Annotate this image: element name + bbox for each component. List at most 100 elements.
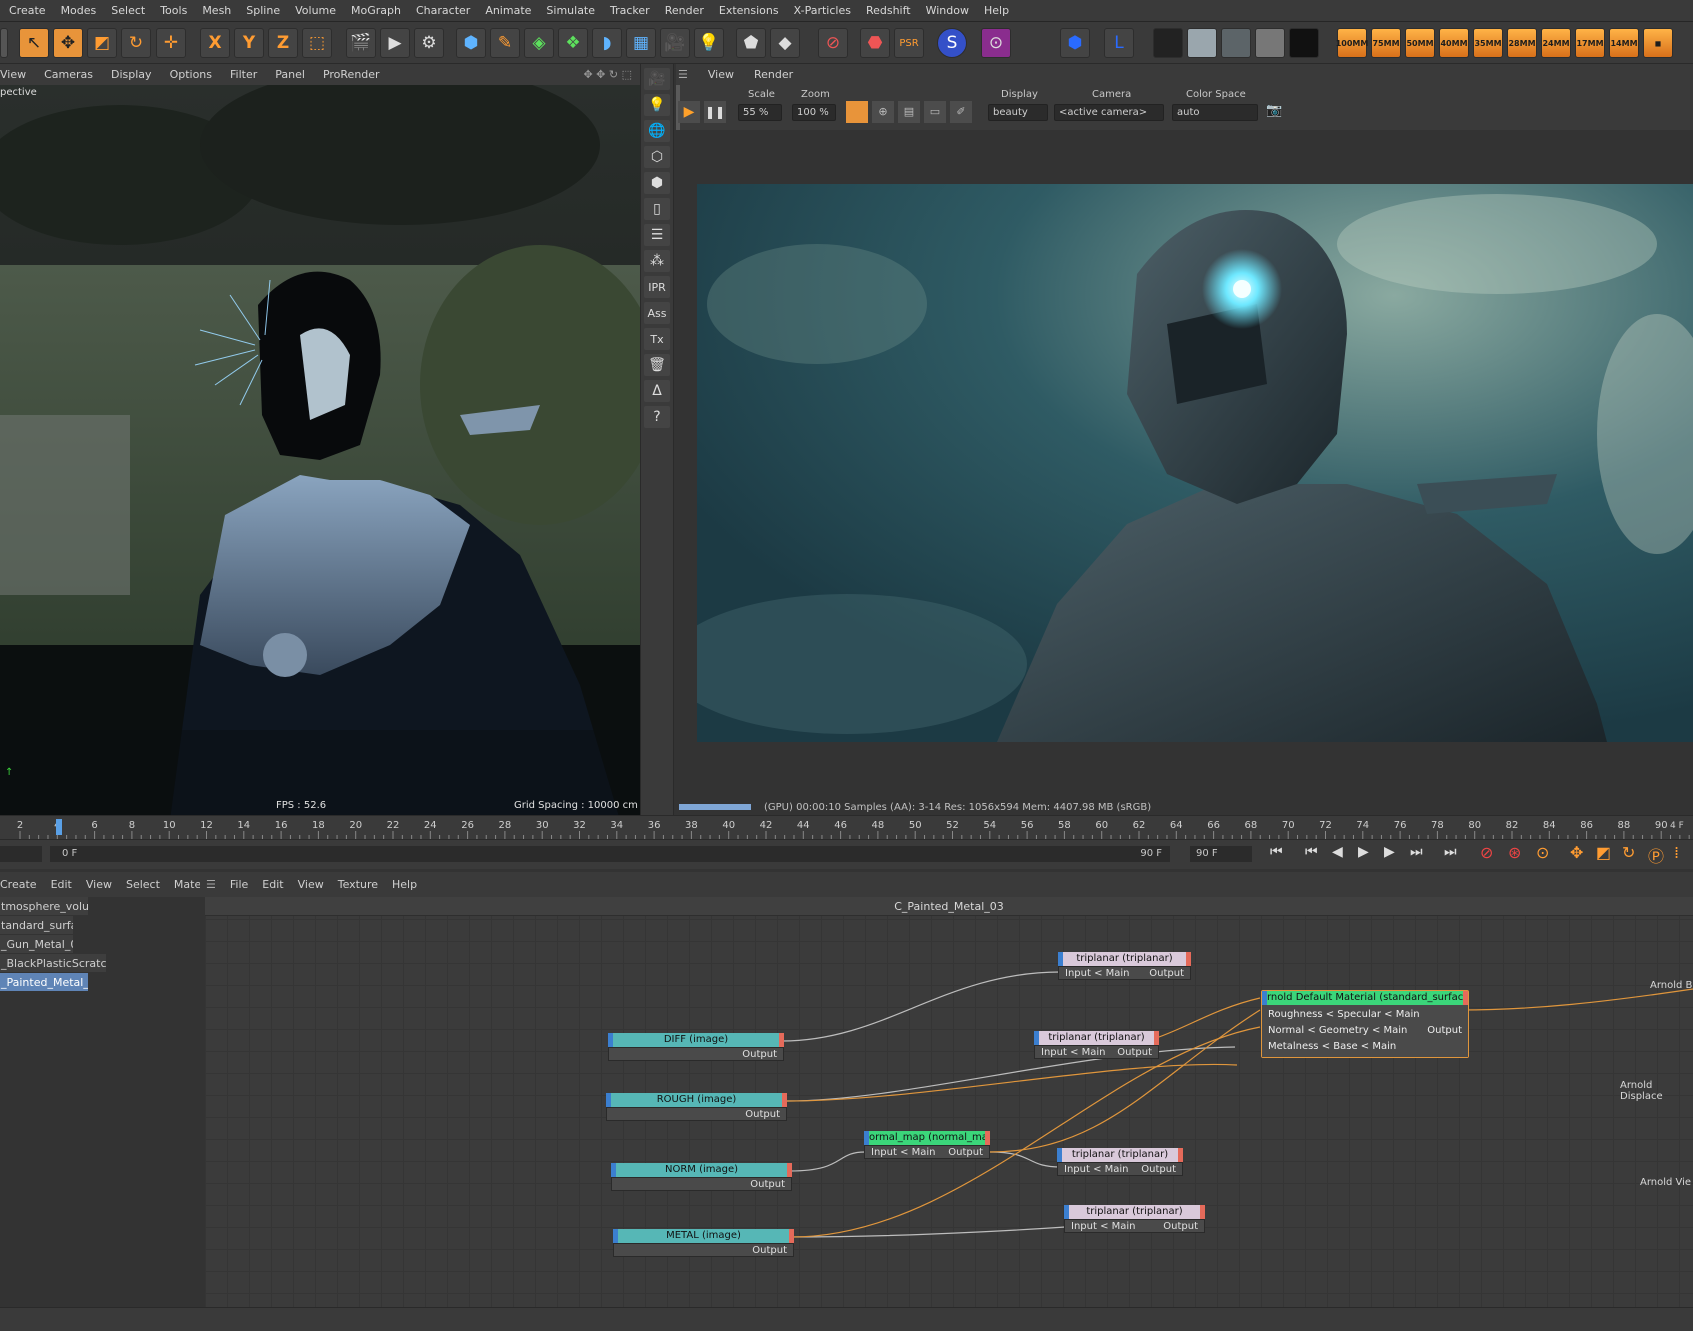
start-render-icon[interactable]: ▶ [678,101,700,123]
rotate-tool-icon[interactable]: ↻ [121,28,151,58]
help-button[interactable]: ? [644,406,670,428]
mm-menu-create[interactable]: Create [0,878,37,891]
menu-character[interactable]: Character [409,4,478,17]
material-item-selected[interactable]: _Painted_Metal_03 [0,973,88,992]
bg-grey-icon[interactable] [1187,28,1217,58]
lens-24mm-button[interactable]: 24MM [1541,28,1571,58]
node-ports[interactable]: Input < Main Output [1058,966,1191,980]
arnold-camera-icon[interactable]: 🎥 [644,68,670,90]
playhead-marker[interactable] [56,819,62,835]
node-normal-map[interactable]: ormal_map (normal_map Input < Main Output [864,1131,990,1159]
port-output[interactable]: Output [1427,1023,1462,1039]
scale-tool-icon[interactable]: ◩ [87,28,117,58]
cloner-icon[interactable]: ❖ [558,28,588,58]
material-item[interactable]: _Gun_Metal_01 [0,935,73,954]
menu-create[interactable]: Create [2,4,54,17]
arnold-file-icon[interactable]: ▯ [644,198,670,220]
lens-40mm-button[interactable]: 40MM [1439,28,1469,58]
frame-range-slider[interactable]: 0 F 90 F [50,846,1170,862]
node-editor-canvas[interactable]: DIFF (image) Output ROUGH (image) Output… [205,897,1693,1307]
ne-menu-edit[interactable]: Edit [262,878,283,891]
node-ports[interactable]: Input < Main Output [1064,1219,1205,1233]
tx-manager-button[interactable]: Tx [644,328,670,350]
node-output-port[interactable]: Output [606,1107,787,1121]
viewport-nav-icons[interactable]: ✥ ✥ ↻ ⬚ [583,68,632,81]
rv-menu-render[interactable]: Render [754,68,793,81]
arnold-volume-icon[interactable]: ⬢ [644,172,670,194]
axis-z-button[interactable]: Z [268,28,298,58]
camera-icon[interactable]: 🎥 [660,28,690,58]
vp-menu-display[interactable]: Display [111,68,152,81]
pause-render-icon[interactable]: ❚❚ [704,101,726,123]
node-output-port[interactable]: Output [613,1243,794,1257]
node-ports[interactable]: Input < Main Output [1034,1045,1159,1059]
play-icon[interactable]: ▶ [1358,844,1369,860]
vp-menu-panel[interactable]: Panel [275,68,305,81]
snapshot-camera-icon[interactable]: 📷 [1266,103,1286,121]
ne-menu-texture[interactable]: Texture [338,878,378,891]
bg-black-icon[interactable] [1153,28,1183,58]
rendered-image[interactable] [697,184,1693,742]
lens-50mm-button[interactable]: 50MM [1405,28,1435,58]
keyframe-selection-icon[interactable]: ⊙ [1536,843,1549,862]
menu-tracker[interactable]: Tracker [603,4,658,17]
next-frame-icon[interactable]: ▶ [1384,844,1395,860]
lens-14mm-button[interactable]: 14MM [1609,28,1639,58]
menu-mograph[interactable]: MoGraph [344,4,409,17]
material-item[interactable]: tmosphere_volume [0,897,88,916]
no-render-icon[interactable]: ⊘ [818,28,848,58]
lens-28mm-button[interactable]: 28MM [1507,28,1537,58]
goto-end-icon[interactable]: ⏭ [1444,844,1457,860]
key-rotation-icon[interactable]: ↻ [1622,843,1635,862]
render-view-icon[interactable]: ▶ [380,28,410,58]
menu-render[interactable]: Render [658,4,712,17]
ass-export-button[interactable]: Ass [644,302,670,324]
node-triplanar-4[interactable]: triplanar (triplanar) Input < Main Output [1064,1205,1205,1233]
ne-menu-help[interactable]: Help [392,878,417,891]
vp-menu-cameras[interactable]: Cameras [44,68,93,81]
redshift-object-icon[interactable]: ⬣ [860,28,890,58]
lens-35mm-button[interactable]: 35MM [1473,28,1503,58]
node-diff-image[interactable]: DIFF (image) Output [608,1033,784,1061]
vp-menu-prorender[interactable]: ProRender [323,68,380,81]
arnold-layers-icon[interactable]: ☰ [644,224,670,246]
mm-menu-select[interactable]: Select [126,878,160,891]
node-triplanar-2[interactable]: triplanar (triplanar) Input < Main Output [1034,1031,1159,1059]
menu-mesh[interactable]: Mesh [195,4,239,17]
ne-menu-file[interactable]: File [230,878,248,891]
node-ports[interactable]: Input < Main Output [1057,1162,1183,1176]
sky-icon[interactable]: ⬟ [736,28,766,58]
s-plugin-icon[interactable]: S [937,28,967,58]
key-position-icon[interactable]: ✥ [1570,843,1583,862]
grid-view-icon[interactable]: ⊕ [872,101,894,123]
floor-icon[interactable]: ▦ [626,28,656,58]
display-select[interactable]: beauty [988,104,1048,121]
end-frame-field[interactable]: 90 F [1190,846,1252,862]
menu-x-particles[interactable]: X-Particles [787,4,859,17]
hamburger-icon[interactable]: ☰ [678,68,688,81]
menu-window[interactable]: Window [919,4,977,17]
bg-darkest-icon[interactable] [1289,28,1319,58]
frame-stepper[interactable] [0,846,42,862]
menu-volume[interactable]: Volume [288,4,344,17]
ne-hamburger-icon[interactable]: ☰ [206,878,216,891]
menu-simulate[interactable]: Simulate [539,4,603,17]
node-metal-image[interactable]: METAL (image) Output [613,1229,794,1257]
arnold-cube-icon[interactable]: ⬡ [644,146,670,168]
prev-key-icon[interactable]: ⏮ [1305,844,1318,860]
camera-select[interactable]: <active camera> [1054,104,1164,121]
node-triplanar-3[interactable]: triplanar (triplanar) Input < Main Output [1057,1148,1183,1176]
node-ports[interactable]: Input < Main Output [864,1145,990,1159]
menu-select[interactable]: Select [104,4,153,17]
color-space-select[interactable]: auto [1172,104,1258,121]
arnold-logo-icon[interactable]: Δ [644,380,670,402]
camera-preset-icon[interactable]: ◼ [1643,28,1673,58]
node-triplanar-1[interactable]: triplanar (triplanar) Input < Main Output [1058,952,1191,980]
scale-field[interactable]: 55 % [738,104,782,121]
node-norm-image[interactable]: NORM (image) Output [611,1163,792,1191]
node-rough-image[interactable]: ROUGH (image) Output [606,1093,787,1121]
menu-help[interactable]: Help [977,4,1017,17]
cube-icon[interactable]: ⬢ [456,28,486,58]
key-param-icon[interactable]: Ⓟ [1648,843,1664,867]
goto-start-icon[interactable]: ⏮ [1270,844,1283,860]
